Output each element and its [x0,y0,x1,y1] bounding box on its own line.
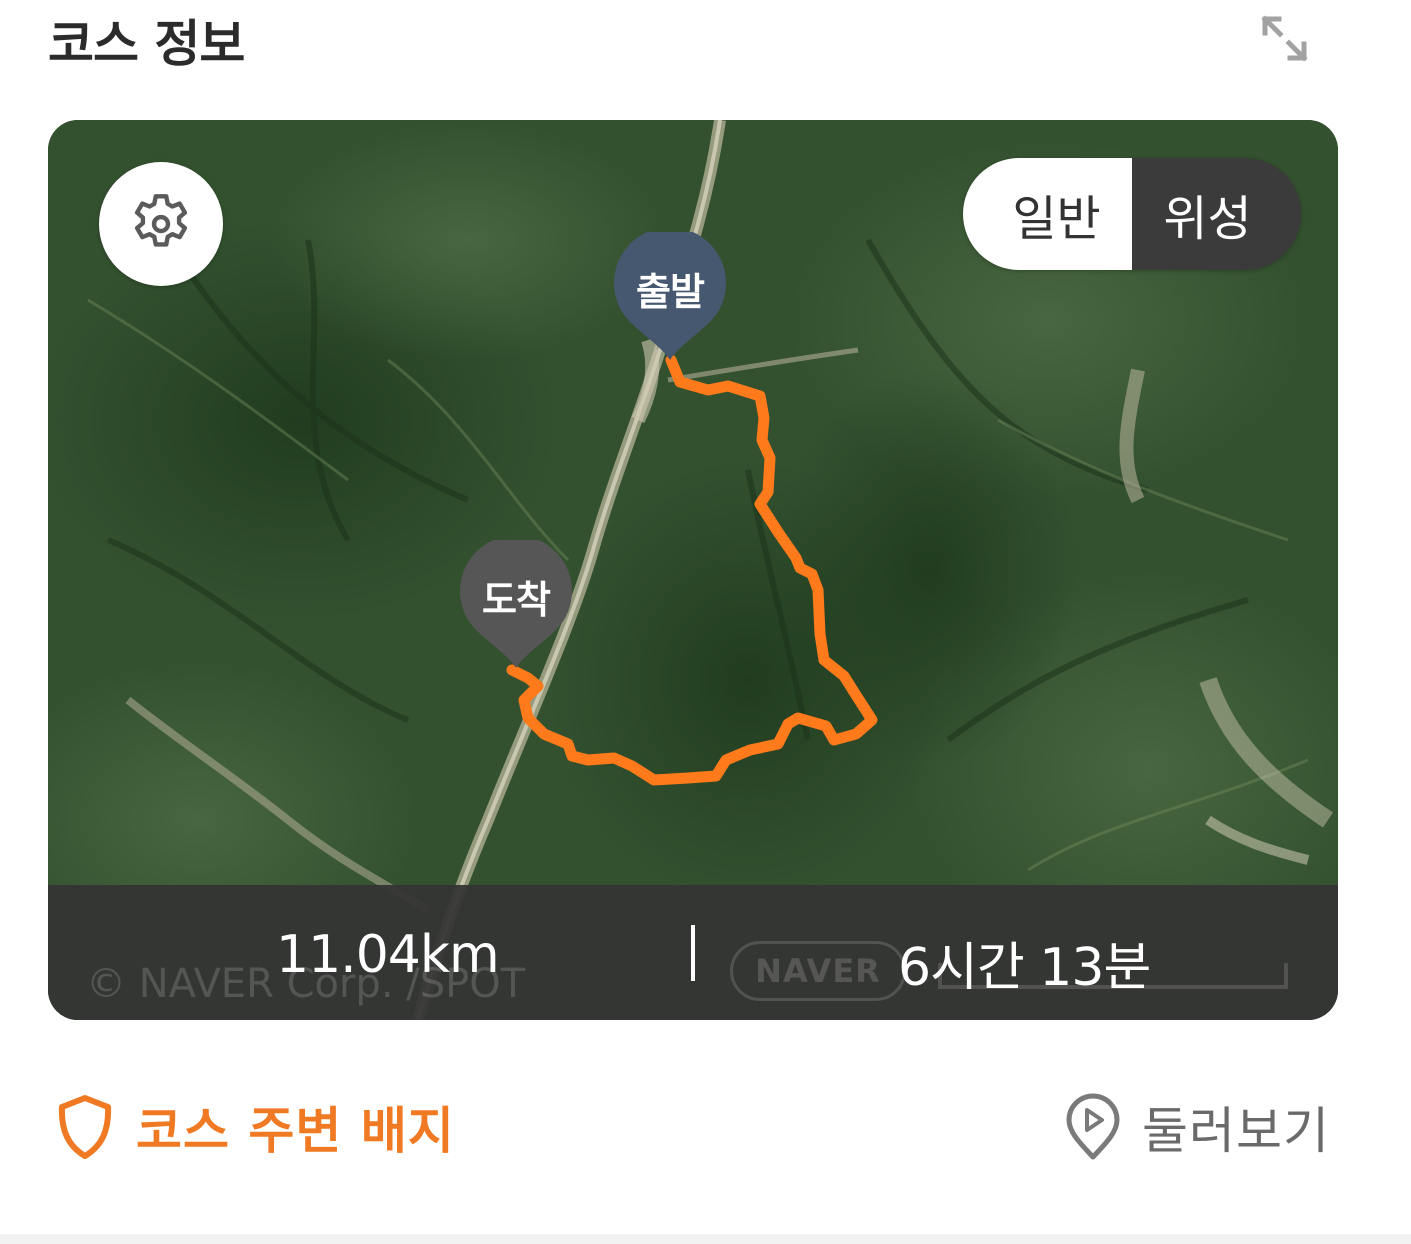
map-settings-button[interactable] [99,162,223,286]
map-type-toggle[interactable]: 일반 위성 [963,158,1301,270]
stats-divider [691,925,695,981]
nearby-badges-button[interactable]: 코스 주변 배지 [56,1092,455,1162]
course-distance: 11.04km [276,925,500,985]
look-around-button[interactable]: 둘러보기 [1064,1092,1330,1162]
map-type-normal[interactable]: 일반 [963,158,1132,270]
look-around-label: 둘러보기 [1142,1102,1330,1160]
shield-icon [58,1095,112,1159]
start-marker[interactable]: 출발 [614,227,726,360]
naver-logo: NAVER [730,941,906,1001]
page-title: 코스 정보 [48,15,245,73]
course-stats-bar: © NAVER Corp. /SPOT NAVER 11.04km 6시간 13… [48,885,1338,1020]
course-map[interactable]: 일반 위성 출발 도착 © NAVER Corp. /SPOT NAVER 11… [48,120,1338,1020]
end-marker[interactable]: 도착 [460,535,572,668]
gear-icon [134,194,188,247]
header: 코스 정보 [0,0,1411,90]
nearby-badges-label: 코스 주변 배지 [136,1102,455,1160]
map-type-satellite[interactable]: 위성 [1132,158,1301,270]
section-divider [0,1234,1411,1244]
expand-arrows-icon [1261,15,1308,62]
course-duration: 6시간 13분 [898,938,1151,998]
expand-button[interactable] [1254,6,1316,68]
end-marker-label: 도착 [482,577,551,622]
start-marker-label: 출발 [636,269,705,314]
play-location-pin-icon [1066,1093,1120,1160]
